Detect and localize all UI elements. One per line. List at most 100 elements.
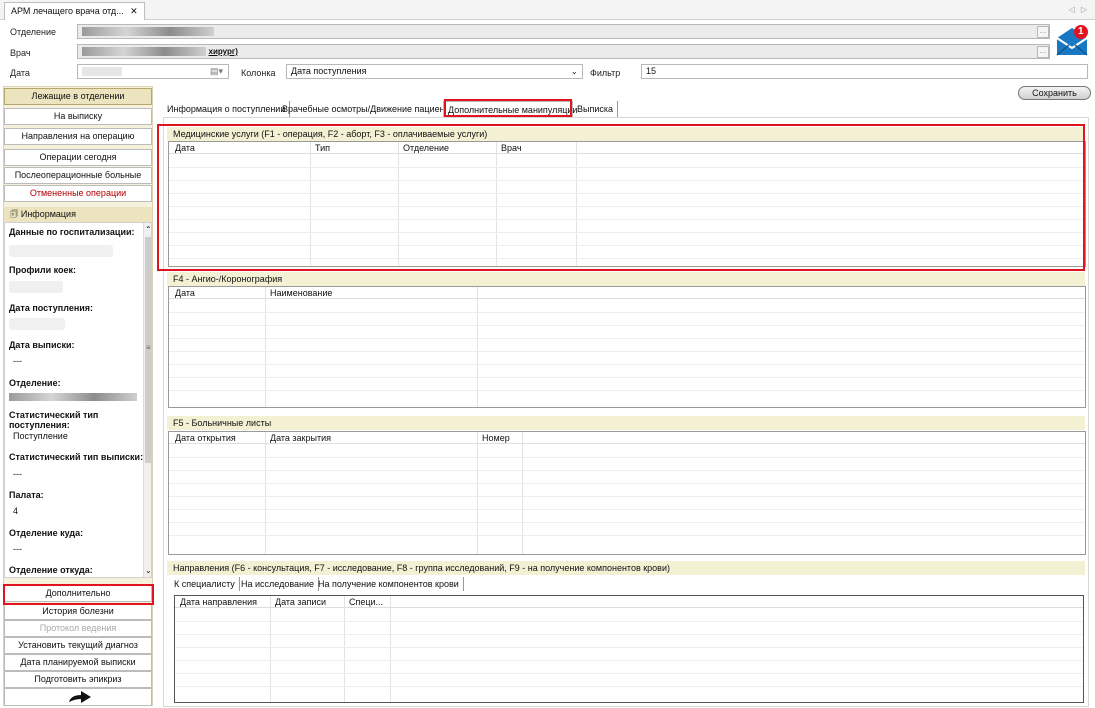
col-department[interactable]: Отделение: [403, 143, 449, 153]
info-value-discharge-date: ---: [13, 356, 22, 366]
window-tabstrip: АРМ лечащего врача отд... ✕ ◁ ▷: [0, 0, 1095, 20]
services-section-title: Медицинские услуги (F1 - операция, F2 - …: [167, 127, 1085, 141]
angio-grid[interactable]: Дата Наименование: [168, 286, 1086, 408]
sidebar-item-prepare-epicrisis[interactable]: Подготовить эпикриз: [4, 671, 152, 688]
sidebar-item-surgeries-today[interactable]: Операции сегодня: [4, 149, 152, 166]
column-select[interactable]: Дата поступления: [286, 64, 583, 79]
info-title-ward: Палата:: [9, 490, 44, 500]
tab-examinations[interactable]: Врачебные осмотры/Движение пациента: [278, 101, 459, 117]
info-title-source-department: Отделение откуда:: [9, 565, 93, 575]
mail-badge: 1: [1078, 26, 1084, 37]
scroll-up-icon[interactable]: ⌃: [145, 225, 151, 234]
tab-to-examination[interactable]: На исследование: [237, 577, 320, 591]
save-button[interactable]: Сохранить: [1018, 86, 1091, 100]
angio-grid-header: Дата Наименование: [169, 287, 1085, 299]
doctor-select-button[interactable]: …: [1037, 46, 1049, 58]
col-doctor[interactable]: Врач: [501, 143, 522, 153]
redacted-value: [82, 67, 122, 77]
sidebar-item-case-history[interactable]: История болезни: [4, 603, 152, 620]
column-select-value: Дата поступления: [291, 66, 367, 76]
sidebar-item-surgery-referrals[interactable]: Направления на операцию: [4, 128, 152, 145]
calendar-icon[interactable]: ▤▾: [210, 66, 223, 77]
chevron-down-icon[interactable]: ⌄: [571, 67, 578, 76]
info-header: 🗊 Информация: [4, 207, 152, 222]
forward-arrow-icon: [69, 691, 91, 703]
info-title-discharge-date: Дата выписки:: [9, 340, 75, 350]
date-label: Дата: [10, 68, 30, 78]
info-title-admission-date: Дата поступления:: [9, 303, 94, 313]
info-title-discharge-type: Статистический тип выписки:: [9, 452, 144, 462]
sidebar-item-planned-discharge[interactable]: Дата планируемой выписки: [4, 654, 152, 671]
col-referral-date[interactable]: Дата направления: [180, 597, 257, 607]
tab-additional-manipulations[interactable]: Дополнительные манипуляции: [443, 101, 577, 117]
close-icon[interactable]: ✕: [130, 6, 138, 16]
info-header-label: Информация: [20, 209, 76, 219]
col-date[interactable]: Дата: [175, 288, 195, 298]
tab-admission-info[interactable]: Информация о поступлении: [163, 101, 291, 117]
redacted-value: [9, 318, 65, 330]
filter-label: Фильтр: [590, 68, 621, 78]
sidebar-item-protocol: Протокол ведения: [4, 620, 152, 637]
col-name[interactable]: Наименование: [270, 288, 332, 298]
referrals-grid[interactable]: Дата направления Дата записи Специ...: [174, 595, 1084, 703]
referrals-grid-header: Дата направления Дата записи Специ...: [175, 596, 1083, 608]
tab-content: Медицинские услуги (F1 - операция, F2 - …: [163, 117, 1089, 707]
scroll-down-icon[interactable]: ⌄: [145, 566, 151, 575]
info-value-discharge-type: ---: [13, 469, 22, 479]
col-close-date[interactable]: Дата закрытия: [270, 433, 331, 443]
sick-leave-grid-header: Дата открытия Дата закрытия Номер: [169, 432, 1085, 444]
grip-icon: ≡: [146, 343, 151, 352]
forward-arrow-button[interactable]: [4, 688, 152, 706]
filter-value: 15: [646, 66, 657, 76]
window-tab-title: АРМ лечащего врача отд...: [11, 6, 124, 16]
sidebar-item-inpatients[interactable]: Лежащие в отделении: [4, 88, 152, 105]
tab-blood-components[interactable]: На получение компонентов крови: [314, 577, 464, 591]
sidebar-item-postop-patients[interactable]: Послеоперационные больные: [4, 167, 152, 184]
info-title-bed-profiles: Профили коек:: [9, 265, 77, 275]
col-number[interactable]: Номер: [482, 433, 510, 443]
doctor-value: хирург): [208, 47, 238, 56]
col-specialist[interactable]: Специ...: [349, 597, 383, 607]
info-title-admission-type: Статистический тип поступления:: [9, 410, 99, 430]
services-grid-header: Дата Тип Отделение Врач: [169, 142, 1085, 154]
col-appointment-date[interactable]: Дата записи: [275, 597, 326, 607]
services-grid[interactable]: Дата Тип Отделение Врач: [168, 141, 1086, 267]
info-scrollbar[interactable]: ⌃ ≡ ⌄: [143, 223, 151, 577]
redacted-value: [9, 393, 137, 401]
tab-to-specialist[interactable]: К специалисту: [170, 577, 240, 591]
column-label: Колонка: [241, 68, 276, 78]
date-field[interactable]: [77, 64, 229, 79]
sidebar-item-discharge[interactable]: На выписку: [4, 108, 152, 125]
col-type[interactable]: Тип: [315, 143, 330, 153]
department-field[interactable]: [77, 24, 1050, 39]
window-tab[interactable]: АРМ лечащего врача отд... ✕: [4, 2, 145, 20]
sidebar-item-cancelled-surgeries[interactable]: Отмененные операции: [4, 185, 152, 202]
sick-leave-section-title: F5 - Больничные листы: [167, 416, 1085, 430]
angio-section-title: F4 - Ангио-/Коронография: [167, 272, 1085, 286]
sick-leave-grid[interactable]: Дата открытия Дата закрытия Номер: [168, 431, 1086, 555]
sidebar-item-additional[interactable]: Дополнительно: [4, 585, 152, 602]
filter-input[interactable]: 15: [641, 64, 1088, 79]
tab-scroll-arrows-icon[interactable]: ◁ ▷: [1068, 5, 1089, 14]
info-value-dest-department: ---: [13, 544, 22, 554]
department-select-button[interactable]: …: [1037, 26, 1049, 38]
redacted-value: [82, 27, 214, 37]
col-open-date[interactable]: Дата открытия: [175, 433, 236, 443]
department-label: Отделение: [10, 27, 57, 37]
col-date[interactable]: Дата: [175, 143, 195, 153]
info-value-ward: 4: [13, 506, 19, 516]
redacted-value: [9, 245, 113, 257]
doctor-field[interactable]: хирург): [77, 44, 1050, 59]
info-panel: Данные по госпитализации: Профили коек: …: [4, 222, 152, 578]
info-title-dest-department: Отделение куда:: [9, 528, 84, 538]
redacted-value: [9, 281, 63, 293]
info-icon: 🗊: [10, 209, 19, 219]
info-title-department: Отделение:: [9, 378, 61, 388]
redacted-value: [82, 47, 206, 57]
info-title-hospitalization: Данные по госпитализации:: [9, 227, 135, 237]
referrals-section-title: Направления (F6 - консультация, F7 - исс…: [167, 561, 1085, 575]
sidebar-item-set-diagnosis[interactable]: Установить текущий диагноз: [4, 637, 152, 654]
tab-discharge[interactable]: Выписка: [573, 101, 619, 117]
info-value-admission-type: Поступление: [13, 431, 68, 441]
mail-notification-icon[interactable]: 1: [1054, 24, 1090, 58]
